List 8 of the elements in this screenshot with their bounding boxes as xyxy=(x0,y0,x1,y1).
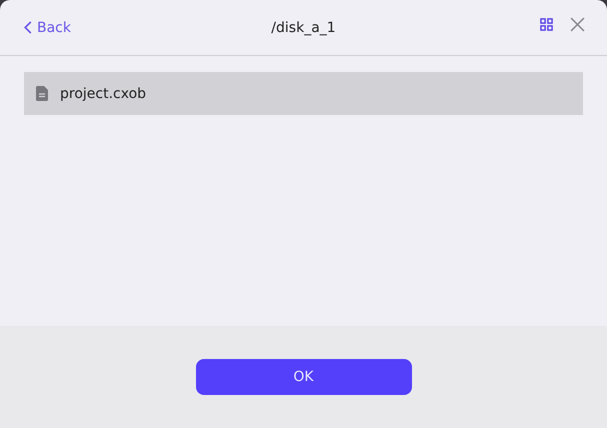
close-icon[interactable] xyxy=(570,17,585,32)
grid-view-icon[interactable] xyxy=(540,18,553,31)
chevron-left-icon xyxy=(24,21,32,34)
back-button[interactable]: Back xyxy=(24,20,71,36)
file-row[interactable]: project.cxob xyxy=(24,72,583,115)
window-title: /disk_a_1 xyxy=(270,20,337,36)
file-icon xyxy=(36,86,48,101)
ok-button[interactable]: OK xyxy=(196,359,412,395)
